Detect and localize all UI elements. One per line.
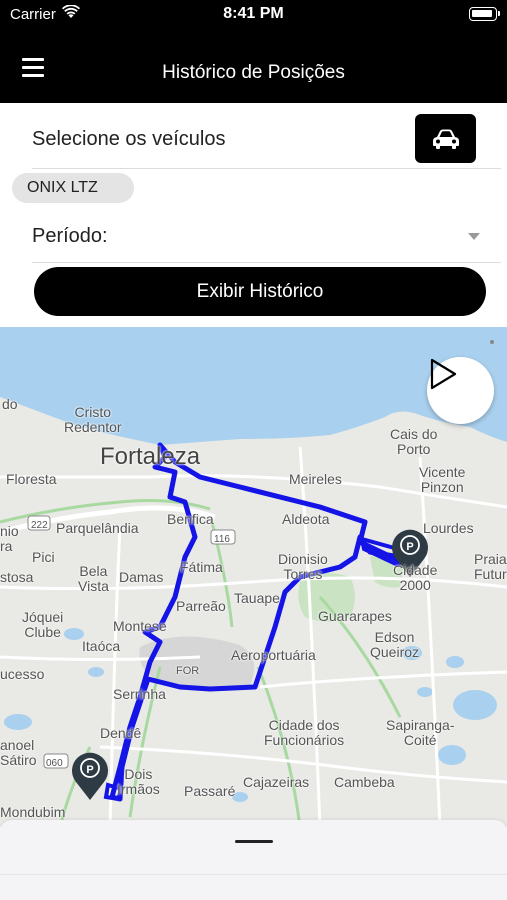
- clock: 8:41 PM: [223, 5, 284, 22]
- dropdown-caret-icon: [468, 233, 480, 240]
- map-label: Mondubim: [0, 804, 66, 820]
- drag-handle[interactable]: [235, 840, 273, 843]
- play-icon: [430, 358, 457, 390]
- map-label: Parquelândia: [56, 520, 139, 536]
- map-label: Tauape: [234, 590, 280, 606]
- map-label: FOR: [176, 665, 200, 677]
- map-road-shield: 222: [31, 520, 48, 531]
- map-label: Cidade dos Funcionários: [264, 717, 345, 748]
- page-title: Histórico de Posições: [162, 62, 345, 83]
- map-label: stosa: [0, 569, 34, 585]
- map-label: Cajazeiras: [243, 774, 310, 790]
- map-road-shield: 060: [46, 758, 63, 769]
- map-label-city: Fortaleza: [100, 443, 201, 470]
- divider: [32, 168, 501, 169]
- map-label: Cristo Redentor: [64, 404, 122, 435]
- app-header: Histórico de Posições: [0, 30, 507, 103]
- map-label: Parreão: [176, 598, 226, 614]
- map-label: Jóquei Clube: [22, 609, 64, 640]
- map-label: Dionisio Torres: [278, 551, 328, 582]
- map-label: Passaré: [184, 783, 236, 799]
- period-label: Período:: [32, 225, 108, 247]
- vehicle-select-label: Selecione os veículos: [32, 128, 226, 150]
- map-label: Aldeota: [282, 511, 330, 527]
- divider: [0, 874, 507, 875]
- map-label: Damas: [119, 569, 164, 585]
- svg-text:P: P: [406, 541, 413, 553]
- status-bar: Carrier 8:41 PM: [0, 0, 507, 30]
- svg-text:P: P: [86, 764, 93, 776]
- select-vehicle-button[interactable]: [415, 114, 476, 163]
- map-label: Fátima: [180, 559, 223, 575]
- map-road-shield: 116: [214, 534, 230, 545]
- map-label: Cambeba: [334, 774, 395, 790]
- vehicle-chip[interactable]: ONIX LTZ: [12, 173, 134, 203]
- map-label: Itaóca: [82, 638, 121, 654]
- battery-icon: [469, 7, 500, 21]
- map-label: nio: [0, 523, 19, 539]
- map-label: Praia Futur: [474, 551, 507, 582]
- bottom-sheet[interactable]: [0, 820, 507, 900]
- map-label: Aeroportuária: [231, 647, 316, 663]
- show-history-button[interactable]: Exibir Histórico: [34, 267, 486, 316]
- map-label: Montese: [113, 618, 167, 634]
- map-label: Edson Queiroz: [370, 629, 420, 660]
- map-label: Floresta: [6, 471, 57, 487]
- map-label: Lourdes: [423, 520, 474, 536]
- map-label: ra: [0, 538, 13, 554]
- map-label: Pici: [32, 549, 55, 565]
- map-label: Guararapes: [318, 608, 392, 624]
- play-history-button[interactable]: [427, 357, 494, 424]
- map-label: Benfica: [167, 511, 214, 527]
- map-label: Cais do Porto: [390, 426, 438, 457]
- map-label: Dois Irmãos: [117, 766, 160, 797]
- map-label: Meireles: [289, 471, 342, 487]
- divider: [32, 262, 501, 263]
- period-select[interactable]: Período:: [0, 215, 507, 261]
- map-label: Bela Vista: [78, 563, 109, 594]
- car-icon: [432, 129, 459, 149]
- map-label: Serrinha: [113, 686, 166, 702]
- map-label: Sapiranga- Coité: [386, 717, 455, 748]
- map-label: anoel Sátiro: [0, 737, 37, 768]
- vehicle-select-row: Selecione os veículos: [0, 103, 507, 169]
- map-label: Vicente Pinzon: [419, 464, 466, 495]
- parking-marker-icon[interactable]: P: [72, 752, 108, 800]
- map-view[interactable]: P P Cristo Redentor Fortaleza Meireles C…: [0, 327, 507, 827]
- map-label: do: [2, 396, 18, 412]
- map-label: Dendê: [100, 725, 142, 741]
- map-label: ucesso: [0, 666, 45, 682]
- map-label: Cidade 2000: [393, 562, 438, 593]
